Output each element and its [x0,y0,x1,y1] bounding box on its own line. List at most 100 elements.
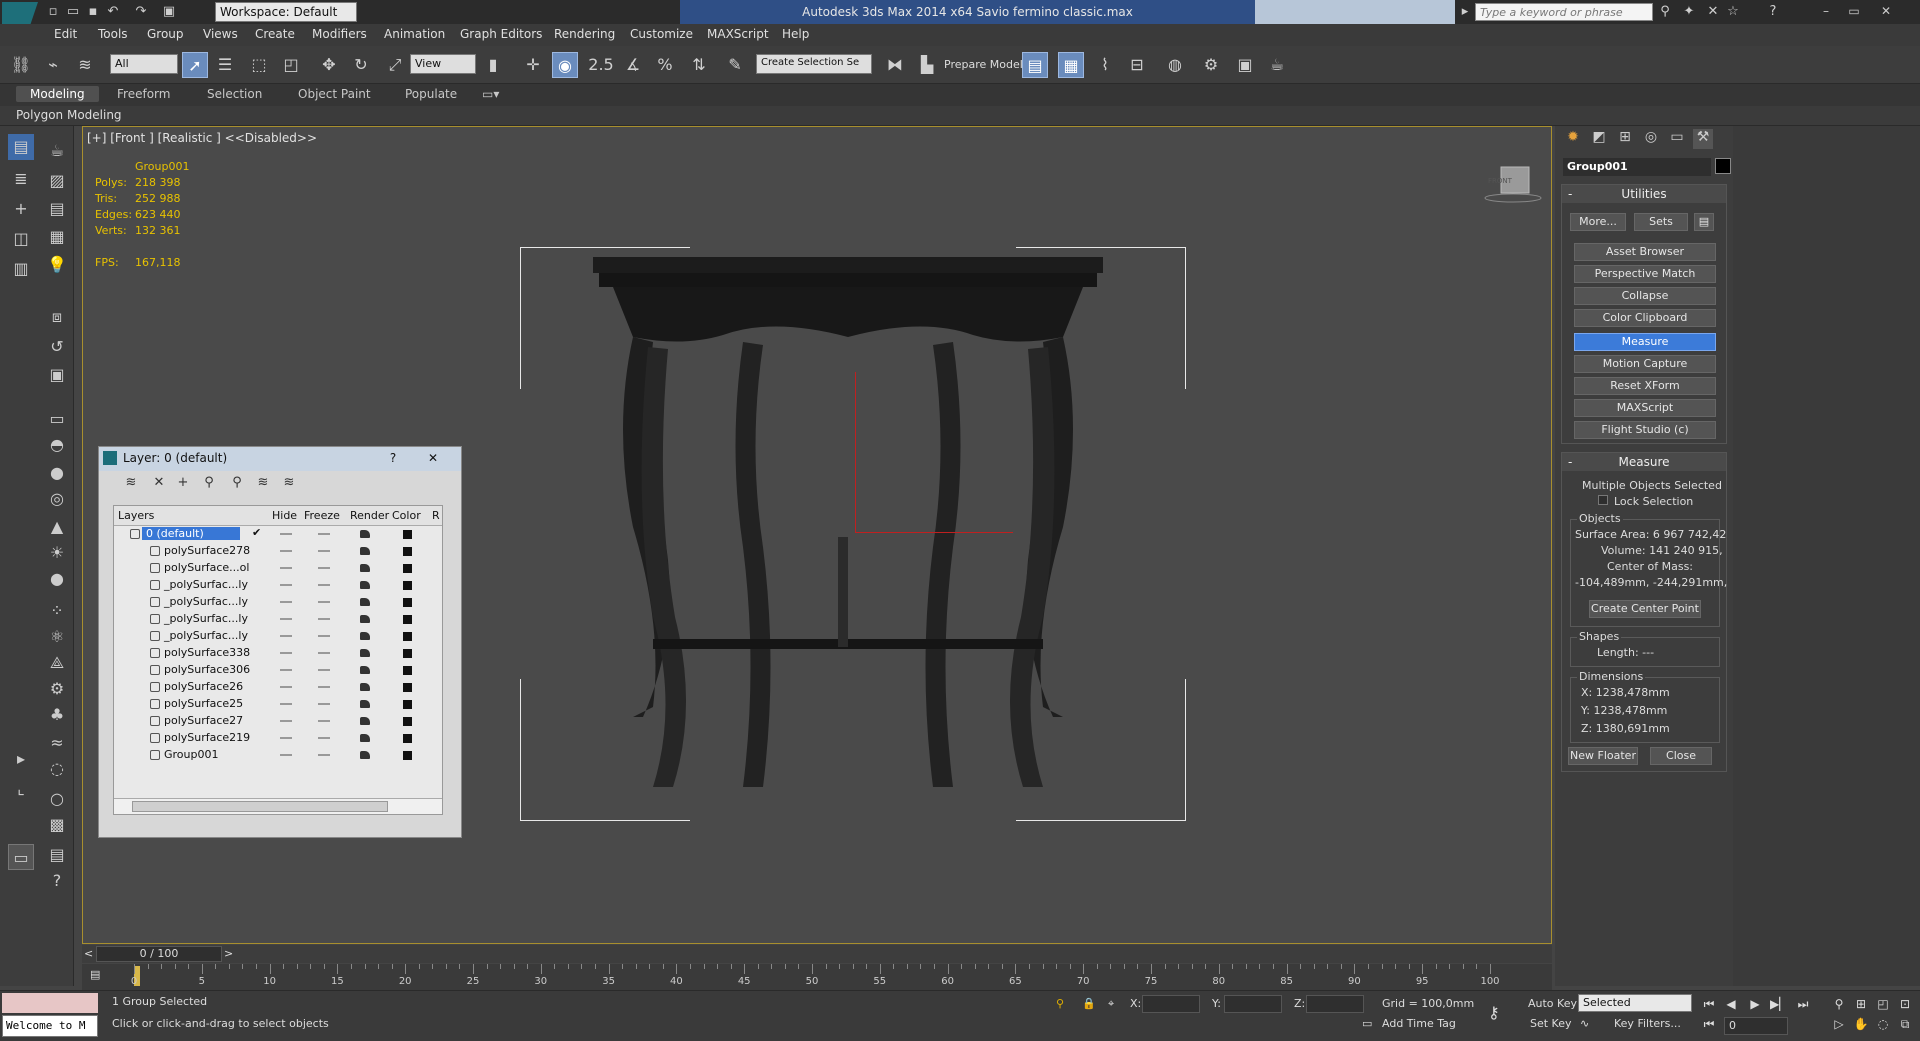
grid-icon[interactable]: ▦ [44,224,70,250]
layer-row-name[interactable]: polySurface...ol [164,561,249,574]
sets-button[interactable]: Sets [1634,213,1688,231]
scale-icon[interactable]: ⤢ [382,52,408,78]
zoom-all-icon[interactable]: ⊞ [1852,995,1870,1013]
hide-toggle[interactable] [280,567,292,569]
layer-row-name[interactable]: polySurface338 [164,646,250,659]
highlight-layer-icon[interactable]: ⚲ [227,475,247,493]
gear-icon[interactable]: ⚙ [44,676,70,702]
new-floater-button[interactable]: New Floater [1568,747,1638,765]
layer-row-name[interactable]: polySurface27 [164,714,243,727]
layer-row[interactable]: polySurface278 [114,543,442,560]
cone-icon[interactable]: ▲ [44,514,70,540]
zoom-extents-icon[interactable]: ◰ [1874,995,1892,1013]
layer-manager-icon[interactable]: ▤ [1022,52,1048,78]
render-teapot-icon[interactable] [360,751,370,759]
favorites-star-icon[interactable]: ☆ [1724,3,1742,21]
menu-rendering[interactable]: Rendering [554,27,615,41]
rendered-frame-icon[interactable]: ▣ [1232,52,1258,78]
measure-rollout-header[interactable]: - Measure [1562,453,1726,471]
render-teapot-icon[interactable] [360,530,370,538]
undo-icon[interactable]: ↶ [104,3,122,21]
perspective-match-button[interactable]: Perspective Match [1574,265,1716,283]
hide-toggle[interactable] [280,601,292,603]
layer-row-name[interactable]: polySurface219 [164,731,250,744]
rect-selection-icon[interactable]: ⬚ [246,52,272,78]
freeze-toggle[interactable] [318,635,330,637]
layer-row-name[interactable]: _polySurfac...ly [164,595,248,608]
scrollbar-thumb[interactable] [132,801,388,812]
layer-color-swatch[interactable] [403,734,412,743]
hide-all-icon[interactable]: ≋ [253,475,273,493]
freeze-toggle[interactable] [318,703,330,705]
render-teapot-icon[interactable] [360,598,370,606]
hide-toggle[interactable] [280,618,292,620]
go-to-start-icon[interactable]: ⏮ [1700,995,1718,1013]
console-table-model[interactable] [593,247,1113,827]
schematic-view-icon[interactable]: ⊟ [1124,52,1150,78]
layer-row[interactable]: 0 (default) ✔ [114,526,442,543]
utilities-tab-icon[interactable]: ⚒ [1693,129,1713,149]
collapse-button[interactable]: Collapse [1574,287,1716,305]
hide-toggle[interactable] [280,550,292,552]
layer-color-swatch[interactable] [403,530,412,539]
freeze-toggle[interactable] [318,720,330,722]
hide-toggle[interactable] [280,669,292,671]
layer-row[interactable]: polySurface27 [114,713,442,730]
layer-row-name[interactable]: Group001 [164,748,218,761]
named-selection-dropdown[interactable]: Create Selection Se [756,54,872,74]
select-objects-icon[interactable]: ⚲ [199,475,219,493]
ribbon-options-icon[interactable]: ▭▾ [482,87,499,101]
col-r[interactable]: R [432,509,440,522]
window-crossing-icon[interactable]: ◰ [278,52,304,78]
time-slider[interactable]: 0 / 100 [96,946,222,962]
create-tab-icon[interactable]: ✹ [1563,129,1583,149]
render-teapot-icon[interactable] [360,683,370,691]
render-teapot-icon[interactable] [360,700,370,708]
key-mode-dropdown[interactable]: Selected [1578,994,1692,1012]
asset-browser-button[interactable]: Asset Browser [1574,243,1716,261]
sphere-icon[interactable]: ● [44,460,70,486]
current-frame-field[interactable]: 0 [1724,1017,1788,1035]
key-filters-button[interactable]: Key Filters... [1614,1017,1681,1030]
time-slider-left-arrow[interactable]: < [84,947,93,960]
spinner-snap-icon[interactable]: ⇅ [686,52,712,78]
freeze-toggle[interactable] [318,584,330,586]
go-to-end-icon[interactable]: ⏭ [1794,995,1812,1013]
default-tangent-icon[interactable]: ∿ [1580,1017,1589,1030]
key-mode-toggle-icon[interactable]: ⏮ [1700,1015,1718,1033]
motion-tab-icon[interactable]: ◎ [1641,129,1661,149]
menu-views[interactable]: Views [203,27,238,41]
bones-icon[interactable]: ⟁ [44,650,70,676]
layer-close-button[interactable]: ✕ [421,449,445,467]
maxscript-button[interactable]: MAXScript [1574,399,1716,417]
color-clipboard-button[interactable]: Color Clipboard [1574,309,1716,327]
orbit-icon[interactable]: ◌ [1874,1015,1892,1033]
layer-color-swatch[interactable] [403,666,412,675]
menu-group[interactable]: Group [147,27,184,41]
time-slider-right-arrow[interactable]: > [224,947,233,960]
freeze-toggle[interactable] [318,754,330,756]
layer-horizontal-scrollbar[interactable] [114,798,442,814]
rotate-icon[interactable]: ↻ [348,52,374,78]
snaps-toggle-icon[interactable]: 2.5 [588,52,614,78]
add-to-layer-icon[interactable]: + [173,475,193,493]
tab-object-paint[interactable]: Object Paint [298,87,371,101]
angle-snap-icon[interactable]: ∡ [620,52,646,78]
hide-toggle[interactable] [280,720,292,722]
layer-window-titlebar[interactable]: Layer: 0 (default) ? ✕ [99,447,461,471]
absolute-mode-icon[interactable]: ⌖ [1108,997,1114,1011]
col-freeze[interactable]: Freeze [304,509,340,522]
percent-snap-icon[interactable]: % [652,52,678,78]
polygon-modeling-label[interactable]: Polygon Modeling [16,108,122,122]
keyboard-shortcut-override-icon[interactable]: ◉ [552,52,578,78]
curve-editor-mini-icon[interactable]: ▤ [90,968,100,981]
layer-row[interactable]: polySurface25 [114,696,442,713]
pan-icon[interactable]: ✋ [1852,1015,1870,1033]
freeze-toggle[interactable] [318,737,330,739]
layer-color-swatch[interactable] [403,649,412,658]
flight-studio-button[interactable]: Flight Studio (c) [1574,421,1716,439]
shell-icon[interactable]: ◌ [44,756,70,782]
layer-help-button[interactable]: ? [381,449,405,467]
menu-help[interactable]: Help [782,27,809,41]
render-teapot-icon[interactable] [360,615,370,623]
